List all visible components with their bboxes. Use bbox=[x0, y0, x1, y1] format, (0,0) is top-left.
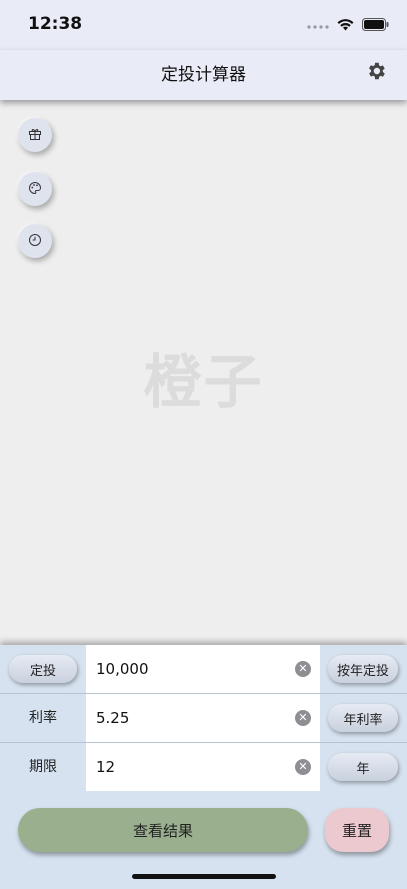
term-input[interactable]: 12 bbox=[96, 743, 115, 791]
history-button[interactable] bbox=[18, 224, 52, 258]
rate-type-button[interactable]: 年利率 bbox=[328, 704, 398, 732]
rate-input[interactable]: 5.25 bbox=[96, 694, 129, 742]
frequency-button[interactable]: 按年定投 bbox=[328, 655, 398, 683]
home-indicator bbox=[132, 874, 276, 879]
palette-icon bbox=[28, 180, 42, 199]
nav-bar: 定投计算器 bbox=[0, 50, 407, 100]
amount-row: 定投 10,000 ✕ 按年定投 bbox=[0, 645, 407, 694]
wifi-icon bbox=[337, 16, 354, 35]
cellular-icon bbox=[307, 16, 329, 35]
status-bar: 12:38 bbox=[0, 0, 407, 50]
watermark: 橙子 bbox=[143, 348, 264, 416]
clock-icon bbox=[28, 232, 42, 251]
clear-icon[interactable]: ✕ bbox=[295, 710, 311, 726]
clear-icon[interactable]: ✕ bbox=[295, 759, 311, 775]
settings-button[interactable] bbox=[365, 60, 387, 82]
status-icons bbox=[307, 16, 389, 35]
clear-icon[interactable]: ✕ bbox=[295, 661, 311, 677]
battery-icon bbox=[362, 16, 389, 35]
status-time: 12:38 bbox=[28, 14, 83, 34]
amount-type-button[interactable]: 定投 bbox=[9, 655, 77, 683]
term-row: 期限 12 ✕ 年 bbox=[0, 743, 407, 791]
term-label: 期限 bbox=[29, 759, 57, 775]
reset-button[interactable]: 重置 bbox=[325, 808, 389, 852]
page-title: 定投计算器 bbox=[161, 65, 246, 85]
gift-button[interactable] bbox=[18, 118, 52, 152]
view-result-button[interactable]: 查看结果 bbox=[18, 808, 308, 852]
gift-icon bbox=[28, 126, 42, 145]
rate-row: 利率 5.25 ✕ 年利率 bbox=[0, 694, 407, 743]
rate-label: 利率 bbox=[29, 710, 57, 726]
gear-icon bbox=[365, 62, 387, 86]
amount-input[interactable]: 10,000 bbox=[96, 645, 149, 693]
term-unit-button[interactable]: 年 bbox=[328, 753, 398, 781]
palette-button[interactable] bbox=[18, 172, 52, 206]
